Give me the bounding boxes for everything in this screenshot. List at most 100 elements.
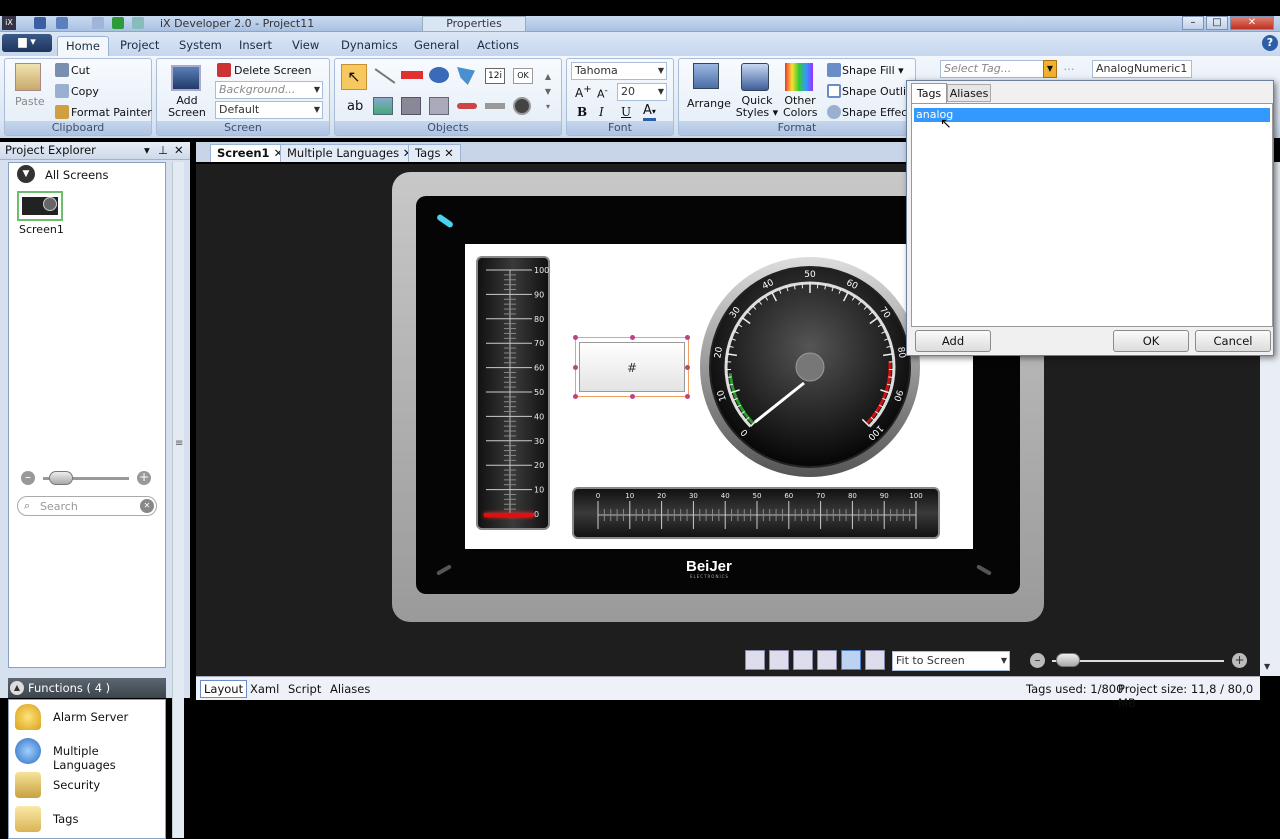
splitter-handle-icon[interactable]: ≡ — [175, 438, 183, 449]
underline-icon[interactable]: U — [621, 105, 631, 119]
grow-font-icon[interactable]: A+ — [575, 84, 592, 100]
comments-toggle-icon[interactable] — [793, 650, 813, 670]
close-tab-icon[interactable]: ✕ — [444, 146, 454, 160]
undo-icon[interactable] — [56, 17, 68, 29]
horizontal-linear-meter[interactable]: 0102030405060708090100 — [572, 487, 940, 539]
shrink-font-icon[interactable]: A- — [597, 85, 608, 101]
font-size-select[interactable]: 20▼ — [617, 83, 667, 101]
cancel-button[interactable]: Cancel — [1195, 330, 1271, 352]
chart-tool-icon[interactable] — [429, 97, 449, 115]
function-multiple-languages[interactable]: Multiple Languages — [15, 734, 165, 768]
status-tab-script[interactable]: Script — [288, 682, 321, 696]
clear-search-icon[interactable]: ✕ — [140, 499, 154, 513]
arrange-button[interactable]: Arrange — [687, 97, 731, 110]
bold-icon[interactable]: B — [577, 105, 587, 119]
font-color-icon[interactable]: A▾ — [643, 103, 656, 121]
copy-button[interactable]: Copy — [71, 85, 99, 98]
dialog-tab-aliases[interactable]: Aliases — [947, 84, 991, 102]
run-icon[interactable] — [112, 17, 124, 29]
status-tab-aliases[interactable]: Aliases — [330, 682, 370, 696]
rectangle-tool-icon[interactable] — [401, 71, 423, 79]
pin-icon[interactable]: ⊥ — [158, 142, 168, 159]
grid-toggle-icon[interactable] — [745, 650, 765, 670]
analog-numeric-field[interactable]: # — [579, 342, 685, 392]
collapse-icon[interactable]: ▼ — [17, 165, 35, 183]
tab-actions[interactable]: Actions — [469, 36, 527, 56]
dialog-tab-tags[interactable]: Tags — [911, 83, 947, 103]
snap-toggle-icon[interactable] — [769, 650, 789, 670]
switch-tool-icon[interactable] — [485, 103, 505, 109]
ellipse-tool-icon[interactable] — [429, 67, 449, 83]
cut-button[interactable]: Cut — [71, 64, 90, 77]
functions-collapse-icon[interactable]: ▲ — [10, 681, 24, 695]
polygon-tool-icon[interactable] — [457, 67, 475, 85]
tag-browse-button[interactable]: … — [1060, 60, 1078, 78]
resize-handle-icon[interactable] — [573, 365, 578, 370]
function-alarm-server[interactable]: Alarm Server — [15, 700, 165, 734]
close-button[interactable]: ✕ — [1230, 16, 1274, 30]
analog-numeric-tool-icon[interactable]: 12i — [485, 68, 505, 84]
canvas-zoom-out-icon[interactable]: – — [1030, 653, 1045, 668]
resize-handle-icon[interactable] — [630, 394, 635, 399]
explorer-scrollbar[interactable] — [172, 162, 184, 838]
tab-system[interactable]: System — [171, 36, 230, 56]
other-colors-button[interactable]: Other Colors — [783, 95, 817, 119]
gauge-tool-icon[interactable] — [513, 97, 531, 115]
screen1-label[interactable]: Screen1 — [19, 223, 64, 236]
picture-tool-icon[interactable] — [373, 97, 393, 115]
default-style-select[interactable]: Default▼ — [215, 101, 323, 119]
context-tab-properties[interactable]: Properties — [422, 16, 526, 32]
function-tags[interactable]: Tags — [15, 802, 165, 836]
help-icon[interactable]: ? — [1262, 35, 1278, 51]
add-screen-icon[interactable] — [171, 65, 201, 91]
tag-list[interactable]: analog ↖ — [911, 103, 1273, 327]
redo-icon[interactable] — [92, 17, 104, 29]
delete-screen-button[interactable]: Delete Screen — [234, 64, 311, 77]
resize-handle-icon[interactable] — [630, 335, 635, 340]
save-icon[interactable] — [34, 17, 46, 29]
status-tab-xaml[interactable]: Xaml — [250, 682, 279, 696]
other-colors-icon[interactable] — [785, 63, 813, 91]
media-tool-icon[interactable] — [401, 97, 421, 115]
circular-gauge[interactable]: 0102030405060708090100 — [697, 254, 923, 480]
doc-tab-screen1[interactable]: Screen1 ✕ — [210, 144, 290, 162]
text-tool-icon[interactable]: ab — [347, 99, 363, 114]
tab-project[interactable]: Project — [112, 36, 167, 56]
rulers-toggle-icon[interactable] — [865, 650, 885, 670]
pane-close-icon[interactable]: ✕ — [174, 142, 184, 159]
line-tool-icon[interactable] — [375, 68, 396, 83]
vertical-linear-meter[interactable]: 1009080706050403020100 — [476, 256, 550, 530]
shape-fill-button[interactable]: Shape Fill ▾ — [842, 64, 904, 77]
tab-view[interactable]: View — [284, 36, 327, 56]
objects-scroll-icon[interactable]: ▲▼▾ — [543, 69, 553, 115]
function-security[interactable]: Security — [15, 768, 165, 802]
quick-styles-icon[interactable] — [741, 63, 769, 91]
status-tab-layout[interactable]: Layout — [200, 680, 247, 698]
quick-styles-button[interactable]: Quick Styles ▾ — [735, 95, 779, 119]
pane-menu-icon[interactable]: ▾ — [144, 142, 150, 159]
functions-header[interactable]: ▲ Functions ( 4 ) — [8, 678, 166, 698]
file-menu-button[interactable]: ▆ ▾ — [2, 34, 52, 52]
select-tag-combo[interactable]: Select Tag... — [940, 60, 1056, 78]
arrange-icon[interactable] — [693, 63, 719, 89]
font-family-select[interactable]: Tahoma▼ — [571, 62, 667, 80]
resize-handle-icon[interactable] — [573, 394, 578, 399]
canvas-zoom-slider[interactable] — [1052, 660, 1224, 662]
resize-handle-icon[interactable] — [573, 335, 578, 340]
object-name-field[interactable]: AnalogNumeric1 — [1092, 60, 1192, 78]
format-painter-button[interactable]: Format Painter — [71, 106, 152, 119]
thumbnail-size-slider[interactable] — [43, 477, 129, 480]
all-screens-label[interactable]: All Screens — [45, 168, 108, 182]
paste-icon[interactable] — [15, 63, 41, 91]
paste-button[interactable]: Paste — [15, 95, 45, 108]
zoom-in-icon[interactable]: + — [137, 471, 151, 485]
tag-names-toggle-icon[interactable] — [817, 650, 837, 670]
resize-handle-icon[interactable] — [685, 365, 690, 370]
screen1-thumbnail[interactable] — [17, 191, 63, 221]
slider-tool-icon[interactable] — [457, 103, 477, 109]
doc-tab-multiple-languages[interactable]: Multiple Languages ✕ — [280, 144, 419, 162]
resize-handle-icon[interactable] — [685, 394, 690, 399]
tab-insert[interactable]: Insert — [231, 36, 280, 56]
resize-handle-icon[interactable] — [685, 335, 690, 340]
maximize-button[interactable]: □ — [1206, 16, 1228, 30]
